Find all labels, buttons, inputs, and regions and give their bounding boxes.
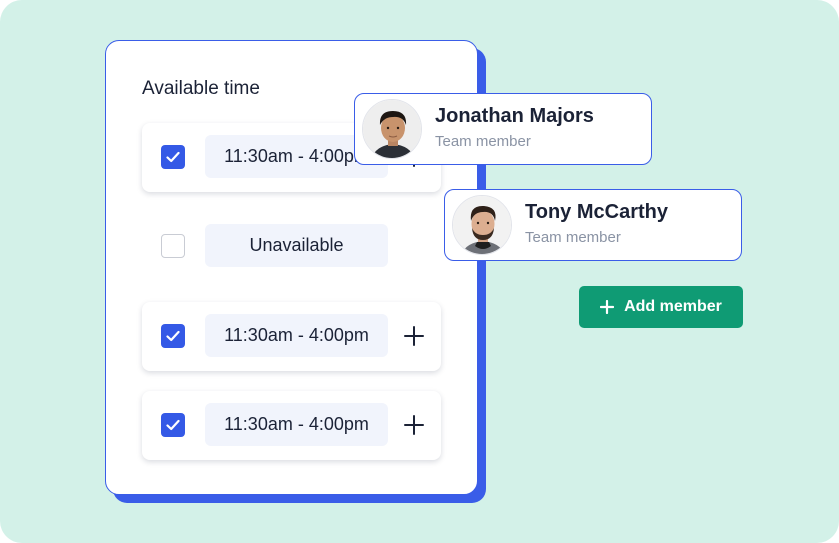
member-name: Tony McCarthy	[525, 201, 668, 223]
member-name: Jonathan Majors	[435, 105, 594, 127]
row-checkbox[interactable]	[161, 413, 185, 437]
member-role: Team member	[525, 229, 621, 246]
plus-icon[interactable]	[402, 324, 426, 348]
avatar	[452, 195, 512, 255]
unavailable-label: Unavailable	[205, 224, 388, 267]
member-card[interactable]: Tony McCarthy Team member	[444, 189, 742, 261]
panel-title: Available time	[142, 78, 260, 99]
time-slot[interactable]: 11:30am - 4:00pm	[205, 314, 388, 357]
availability-row: 11:30am - 4:00pm	[142, 391, 441, 460]
add-member-button[interactable]: Add member	[579, 286, 743, 328]
member-card[interactable]: Jonathan Majors Team member	[354, 93, 652, 165]
plus-icon[interactable]	[402, 413, 426, 437]
row-checkbox[interactable]	[161, 145, 185, 169]
time-slot[interactable]: 11:30am - 4:00pm	[205, 403, 388, 446]
avatar	[362, 99, 422, 159]
plus-icon	[600, 300, 615, 314]
row-checkbox[interactable]	[161, 324, 185, 348]
member-role: Team member	[435, 133, 531, 150]
check-icon	[166, 330, 180, 342]
availability-row: Unavailable	[142, 212, 441, 281]
add-member-label: Add member	[624, 298, 722, 315]
row-checkbox[interactable]	[161, 234, 185, 258]
check-icon	[166, 419, 180, 431]
availability-row: 11:30am - 4:00pm	[142, 302, 441, 371]
check-icon	[166, 151, 180, 163]
